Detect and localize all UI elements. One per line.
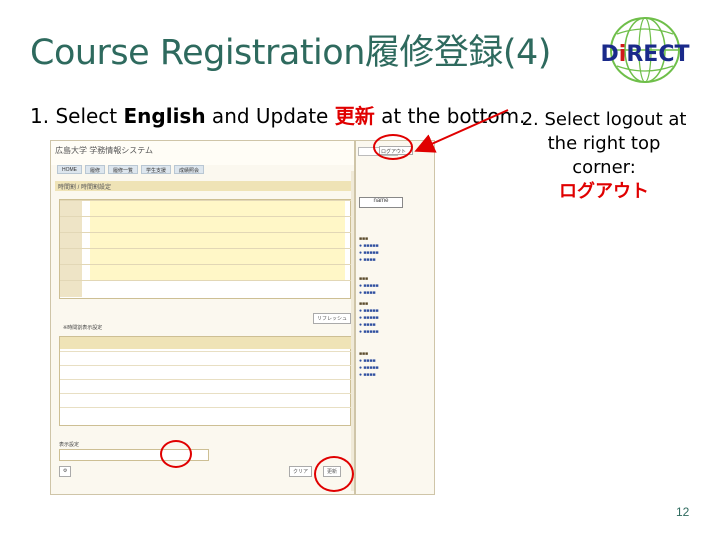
- language-setting: 表示設定: [59, 441, 351, 461]
- menu-section: ■■■ ● ■■■■■ ● ■■■■■ ● ■■■■ ● ■■■■■: [359, 301, 379, 335]
- timetable-setting-label: ※時間割表示設定: [63, 325, 103, 331]
- instruction-2: 2. Select logout at the right top corner…: [515, 108, 693, 204]
- menu-section: ■■■ ● ■■■■ ● ■■■■■ ● ■■■■: [359, 351, 379, 378]
- update-highlight: [314, 456, 354, 492]
- nav-bar: HOME 履修 履修一覧 学生支援 成績照会: [57, 165, 347, 174]
- nav-home[interactable]: HOME: [57, 165, 82, 174]
- nav-course-list[interactable]: 履修一覧: [108, 165, 139, 174]
- right-side-panel: ログアウト name ■■■ ● ■■■■■ ● ■■■■■ ● ■■■■ ■■■ ● …: [355, 140, 435, 495]
- nav-courses[interactable]: 履修: [85, 165, 106, 174]
- refresh-button[interactable]: リフレッシュ: [313, 313, 352, 324]
- instruction-1: 1. Select English and Update 更新 at the b…: [30, 104, 526, 128]
- registration-screenshot: 広島大学 学務情報システム HOME 履修 履修一覧 学生支援 成績照会 時間割…: [50, 140, 355, 495]
- timetable: [59, 199, 352, 299]
- menu-section: ■■■ ● ■■■■■ ● ■■■■: [359, 276, 379, 296]
- nav-grades[interactable]: 成績照会: [174, 165, 205, 174]
- nav-student-support[interactable]: 学生支援: [141, 165, 172, 174]
- slide-title: Course Registration履修登録(4): [30, 33, 551, 73]
- name-box: name: [359, 197, 403, 208]
- english-highlight: [160, 440, 192, 468]
- page-number: 12: [676, 505, 690, 519]
- settings-button[interactable]: ⚙: [59, 466, 72, 477]
- direct-logo: DiRECT: [595, 14, 695, 86]
- logout-highlight: [373, 134, 413, 160]
- display-settings-grid: [59, 336, 352, 426]
- timetable-bar: 時間割 / 時間割設定: [55, 181, 351, 191]
- menu-section: ■■■ ● ■■■■■ ● ■■■■■ ● ■■■■: [359, 236, 379, 263]
- logo-text: DiRECT: [600, 42, 690, 67]
- logout-jp-label: ログアウト: [559, 181, 649, 202]
- clear-button[interactable]: クリア: [289, 466, 313, 477]
- system-title: 広島大学 学務情報システム: [55, 146, 153, 155]
